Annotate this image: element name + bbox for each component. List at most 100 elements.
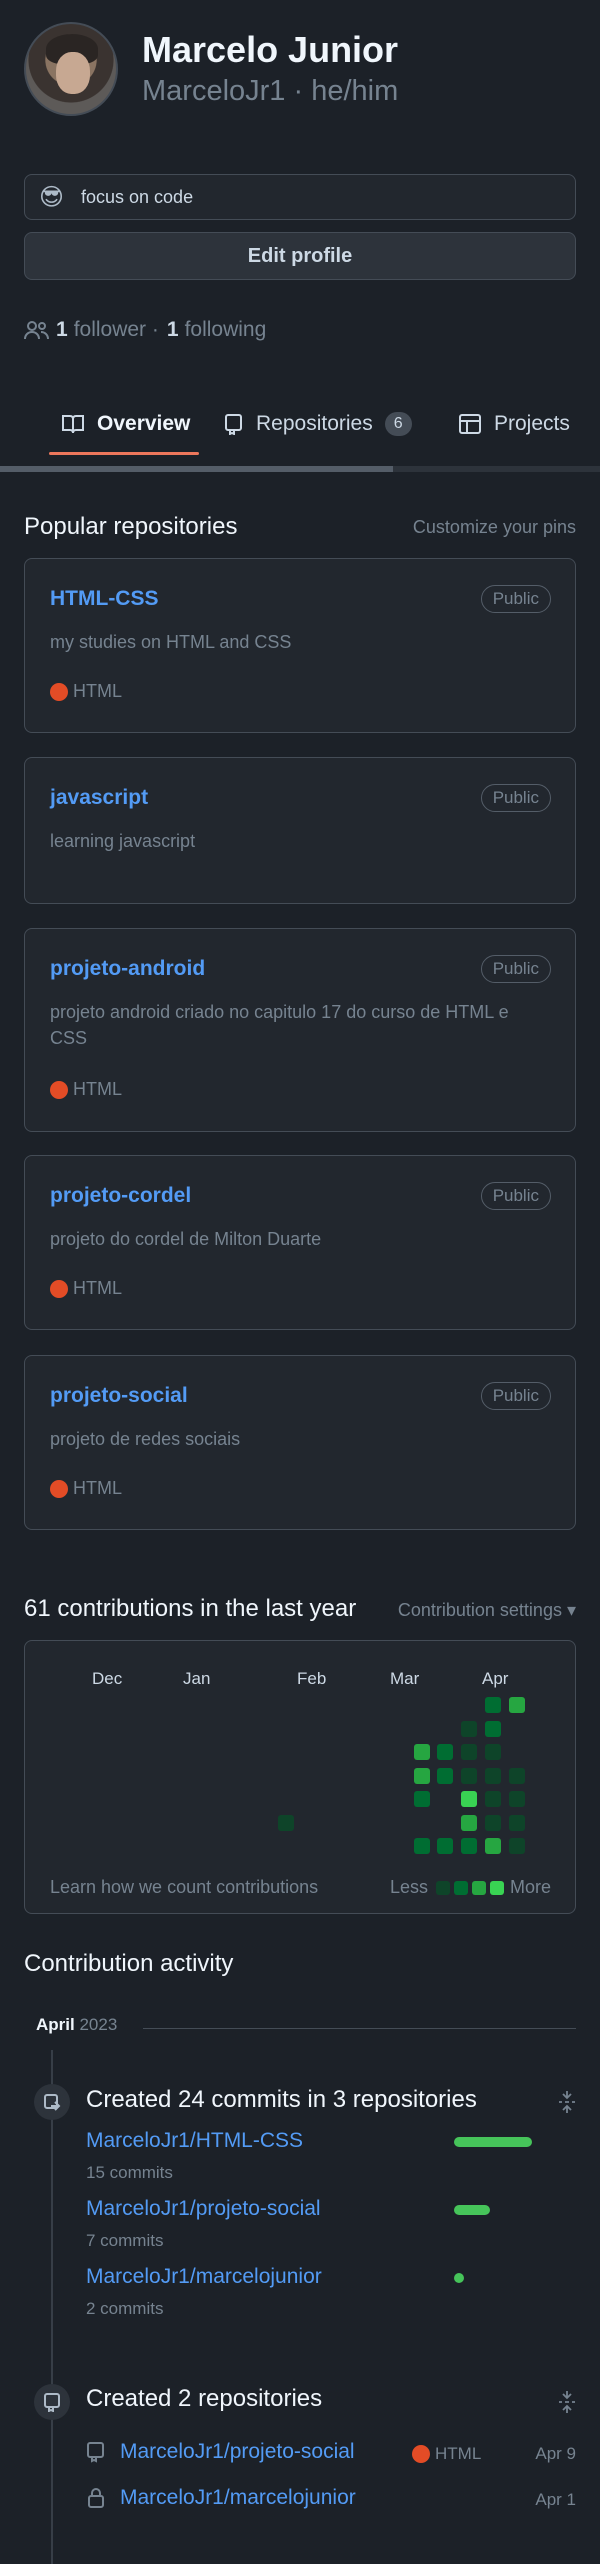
repo-language: HTML	[50, 1478, 122, 1499]
repo-language: HTML	[50, 1278, 122, 1299]
contribution-cell[interactable]	[414, 1744, 430, 1760]
tab-projects-label: Projects	[494, 412, 570, 435]
fold-icon[interactable]	[558, 2390, 576, 2414]
contribution-cell[interactable]	[509, 1768, 525, 1784]
active-tab-indicator	[49, 452, 199, 455]
repo-icon	[44, 2393, 60, 2412]
repo-card: projeto-cordel Public projeto do cordel …	[24, 1155, 576, 1330]
repo-card: projeto-android Public projeto android c…	[24, 928, 576, 1132]
commits-summary[interactable]: Created 24 commits in 3 repositories	[86, 2086, 477, 2114]
contribution-cell[interactable]	[485, 1721, 501, 1737]
fold-icon[interactable]	[558, 2090, 576, 2114]
tab-repositories[interactable]: Repositories 6	[224, 396, 412, 452]
customize-pins-link[interactable]: Customize your pins	[413, 517, 576, 538]
contribution-cell[interactable]	[278, 1814, 294, 1831]
repo-link[interactable]: javascript	[50, 786, 148, 810]
repo-description: my studies on HTML and CSS	[50, 632, 292, 652]
avatar[interactable]	[24, 22, 118, 116]
repo-icon	[87, 2442, 104, 2463]
tab-repositories-label: Repositories	[256, 412, 373, 435]
repo-push-icon	[44, 2094, 61, 2111]
status-field[interactable]: 😎 focus on code	[24, 174, 576, 220]
activity-commit-count[interactable]: 7 commits	[86, 2231, 163, 2251]
repo-link[interactable]: HTML-CSS	[50, 587, 159, 611]
repo-link[interactable]: projeto-social	[50, 1384, 188, 1408]
repo-event-icon	[34, 2384, 70, 2420]
repo-card: HTML-CSS Public my studies on HTML and C…	[24, 558, 576, 733]
month-label: Apr	[482, 1669, 509, 1688]
people-icon	[24, 321, 49, 340]
activity-repo-link[interactable]: MarceloJr1/projeto-social	[86, 2197, 321, 2221]
repo-link[interactable]: projeto-cordel	[50, 1184, 191, 1208]
repo-link[interactable]: projeto-android	[50, 957, 205, 981]
contribution-cell[interactable]	[509, 1791, 525, 1807]
contribution-cell[interactable]	[485, 1815, 501, 1831]
contribution-cell[interactable]	[509, 1697, 525, 1713]
visibility-badge: Public	[480, 585, 551, 613]
activity-commit-count[interactable]: 2 commits	[86, 2299, 163, 2319]
learn-contributions-link[interactable]: Learn how we count contributions	[50, 1877, 318, 1898]
tab-projects[interactable]: Projects	[458, 396, 570, 452]
commit-share-bar	[454, 2273, 464, 2283]
language-color-dot	[50, 1479, 68, 1498]
followers-label[interactable]: follower ·	[74, 318, 159, 342]
followers-count[interactable]: 1	[56, 318, 68, 342]
contributions-title: 61 contributions in the last year	[24, 1595, 357, 1622]
commit-share-bar	[454, 2137, 532, 2147]
popular-repos-title: Popular repositories	[24, 513, 238, 540]
edit-profile-button[interactable]: Edit profile	[24, 232, 576, 280]
repo-language: HTML	[50, 1079, 122, 1100]
contribution-cell[interactable]	[485, 1697, 501, 1713]
repo-icon	[225, 414, 242, 435]
contribution-cell[interactable]	[509, 1838, 525, 1854]
created-repo-link[interactable]: MarceloJr1/projeto-social	[120, 2440, 355, 2464]
contribution-cell[interactable]	[461, 1791, 477, 1807]
following-count[interactable]: 1	[167, 318, 179, 342]
contribution-cell[interactable]	[414, 1791, 430, 1807]
contribution-cell[interactable]	[437, 1744, 453, 1760]
tabs-scrollbar[interactable]	[0, 466, 600, 472]
visibility-badge: Public	[480, 1382, 551, 1410]
book-icon	[62, 415, 84, 434]
activity-commit-count[interactable]: 15 commits	[86, 2163, 173, 2183]
contribution-cell[interactable]	[485, 1744, 501, 1760]
contribution-cell[interactable]	[485, 1791, 501, 1807]
contribution-cell[interactable]	[414, 1768, 430, 1784]
contribution-settings-dropdown[interactable]: Contribution settings ▾	[398, 1600, 576, 1621]
profile-fullname: Marcelo Junior	[142, 29, 399, 70]
profile-header: Marcelo Junior MarceloJr1 · he/him	[24, 22, 584, 122]
contribution-activity-title: Contribution activity	[24, 1950, 234, 1977]
legend-level-3	[471, 1880, 486, 1895]
repos-created-summary[interactable]: Created 2 repositories	[86, 2385, 322, 2413]
followers-row: 1 follower · 1 following	[24, 318, 266, 342]
repo-description: projeto de redes sociais	[50, 1429, 241, 1449]
visibility-badge: Public	[480, 784, 551, 812]
following-label[interactable]: following	[185, 318, 267, 342]
contribution-cell[interactable]	[461, 1744, 477, 1760]
repo-description: projeto do cordel de Milton Duarte	[50, 1229, 322, 1249]
created-repo-date: Apr 9	[535, 2444, 576, 2463]
month-label: Feb	[297, 1669, 327, 1688]
tab-overview-label: Overview	[97, 412, 191, 435]
contribution-cell[interactable]	[461, 1838, 477, 1854]
activity-repo-link[interactable]: MarceloJr1/HTML-CSS	[86, 2129, 303, 2153]
contribution-cell[interactable]	[461, 1815, 477, 1831]
contribution-cell[interactable]	[437, 1838, 453, 1854]
month-label: Mar	[390, 1669, 420, 1688]
contribution-cell[interactable]	[437, 1768, 453, 1784]
activity-month-heading: April 2023	[36, 2015, 118, 2034]
contribution-cell[interactable]	[414, 1838, 430, 1854]
activity-repo-link[interactable]: MarceloJr1/marcelojunior	[86, 2265, 322, 2289]
contribution-cell[interactable]	[485, 1838, 501, 1854]
contribution-cell[interactable]	[509, 1815, 525, 1831]
month-label: Dec	[92, 1669, 123, 1688]
visibility-badge: Public	[480, 955, 551, 983]
created-repo-link[interactable]: MarceloJr1/marcelojunior	[120, 2486, 356, 2510]
contribution-cell[interactable]	[461, 1721, 477, 1737]
lock-icon	[88, 2488, 104, 2508]
tab-overview[interactable]: Overview	[61, 396, 190, 452]
language-color-dot	[412, 2445, 430, 2463]
contribution-cell[interactable]	[461, 1768, 477, 1784]
contribution-cell[interactable]	[485, 1768, 501, 1784]
legend-level-2	[453, 1880, 468, 1895]
